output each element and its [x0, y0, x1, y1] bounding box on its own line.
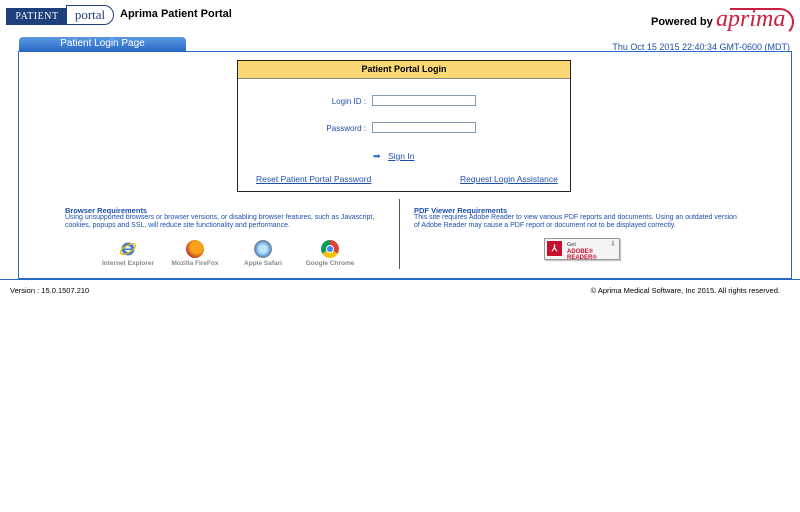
chrome-icon	[321, 240, 339, 258]
browser-label: Mozilla FireFox	[171, 260, 219, 267]
copyright-text: © Aprima Medical Software, Inc 2015. All…	[590, 286, 780, 295]
browser-label: Apple Safari	[244, 260, 282, 267]
download-arrow-icon: ⇩	[610, 241, 616, 248]
login-id-input[interactable]	[372, 95, 476, 106]
adobe-get-label: Get	[567, 242, 576, 248]
app-title: Aprima Patient Portal	[120, 8, 232, 20]
password-input[interactable]	[372, 122, 476, 133]
arrow-right-icon: ➡	[373, 151, 381, 161]
tab-patient-login[interactable]: Patient Login Page	[19, 37, 186, 51]
footer-divider	[0, 279, 800, 280]
internet-explorer-icon	[119, 240, 137, 258]
login-box-title: Patient Portal Login	[238, 61, 570, 79]
browser-label: Google Chrome	[305, 260, 355, 267]
login-box: Patient Portal Login Login ID : Password…	[237, 60, 571, 192]
version-text: Version : 15.0.1507.210	[10, 286, 90, 295]
sign-in-link[interactable]: Sign In	[388, 151, 414, 161]
browser-firefox[interactable]: Mozilla FireFox	[165, 240, 225, 267]
section-divider	[399, 199, 400, 269]
browser-chrome[interactable]: Google Chrome	[300, 240, 360, 267]
reset-password-link[interactable]: Reset Patient Portal Password	[256, 174, 371, 184]
password-label: Password :	[326, 124, 366, 133]
browser-internet-explorer[interactable]: Internet Explorer	[98, 240, 158, 267]
browser-requirements-text: Using unsupported browsers or browser ve…	[65, 214, 375, 229]
logo-portal: portal	[66, 5, 114, 25]
adobe-pdf-icon: ⅄	[547, 241, 562, 256]
adobe-reader-label: ADOBE® READER®	[567, 249, 597, 261]
request-assistance-link[interactable]: Request Login Assistance	[460, 174, 558, 184]
safari-icon	[254, 240, 272, 258]
powered-by-label: Powered by	[651, 16, 713, 28]
get-adobe-reader-button[interactable]: ⅄ Get ADOBE® READER® ⇩	[544, 238, 620, 261]
login-id-label: Login ID :	[331, 97, 366, 106]
browser-safari[interactable]: Apple Safari	[233, 240, 293, 267]
firefox-icon	[186, 240, 204, 258]
logo-patient: PATIENT	[6, 8, 68, 25]
aprima-logo: aprima	[716, 6, 786, 32]
pdf-requirements-text: This site requires Adobe Reader to view …	[414, 214, 737, 229]
browser-label: Internet Explorer	[101, 260, 154, 267]
